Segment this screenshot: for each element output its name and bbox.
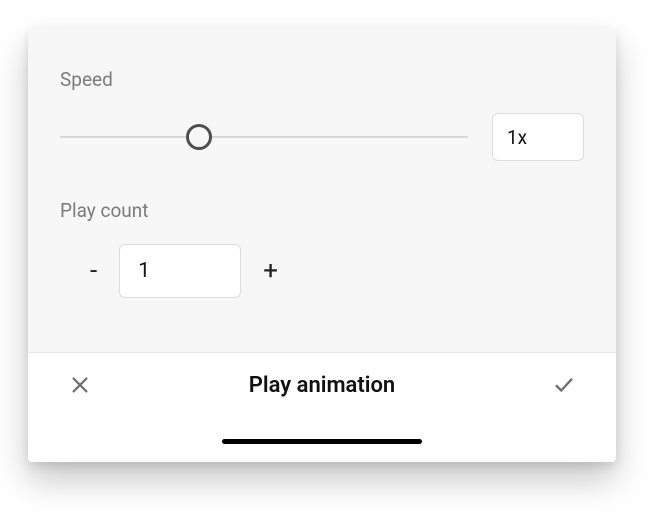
animation-settings-panel: Speed 1x Play count - 1: [28, 28, 616, 462]
speed-value-text: 1x: [507, 126, 527, 149]
speed-label: Speed: [60, 68, 584, 91]
home-indicator[interactable]: [222, 439, 422, 444]
speed-slider-thumb[interactable]: [186, 124, 212, 150]
play-count-decrement-button[interactable]: -: [90, 258, 97, 284]
play-count-value-text: 1: [138, 259, 150, 283]
play-count-field[interactable]: 1: [119, 244, 241, 298]
cancel-button[interactable]: [66, 371, 94, 399]
speed-slider[interactable]: [60, 123, 468, 151]
confirm-button[interactable]: [550, 371, 578, 399]
speed-value-field[interactable]: 1x: [492, 113, 584, 161]
check-icon: [553, 374, 575, 396]
panel-body: Speed 1x Play count - 1: [28, 28, 616, 352]
close-icon: [69, 374, 91, 396]
footer-title: Play animation: [94, 373, 550, 398]
footer-row: Play animation: [28, 353, 616, 417]
speed-row: 1x: [60, 113, 584, 161]
minus-icon: -: [90, 256, 97, 286]
speed-slider-track: [60, 136, 468, 138]
play-count-increment-button[interactable]: +: [263, 258, 278, 284]
plus-icon: +: [263, 256, 278, 286]
play-count-label: Play count: [60, 199, 584, 222]
play-count-row: - 1 +: [60, 244, 584, 298]
action-footer: Play animation: [28, 352, 616, 462]
